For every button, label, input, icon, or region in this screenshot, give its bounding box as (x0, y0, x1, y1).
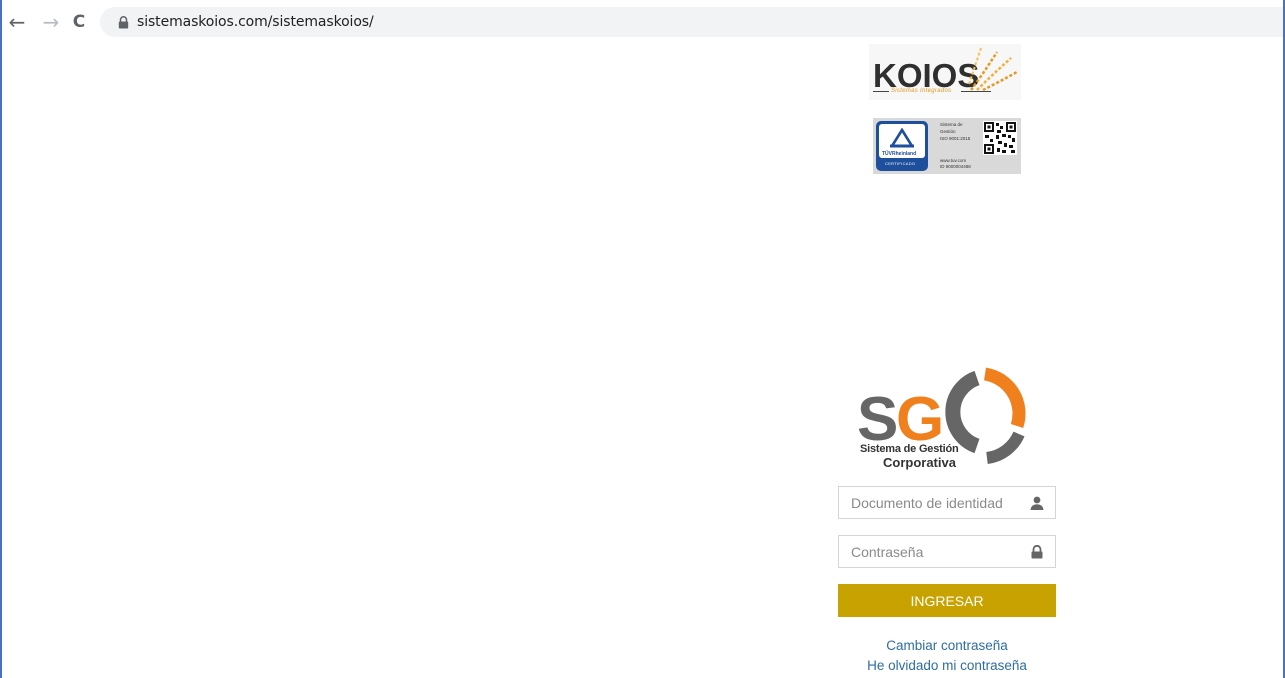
document-field[interactable] (838, 486, 1056, 519)
address-bar[interactable]: sistemaskoios.com/sistemaskoios/ (100, 7, 1283, 37)
document-input[interactable] (839, 487, 1031, 518)
change-password-link[interactable]: Cambiar contraseña (838, 638, 1056, 653)
url-text: sistemaskoios.com/sistemaskoios/ (137, 14, 374, 30)
reload-button[interactable]: C (68, 10, 90, 34)
back-button[interactable]: ← (6, 10, 28, 34)
sgc-caption-line1: Sistema de Gestión (860, 443, 959, 455)
cert-line: ISO 9001:2015 (940, 136, 971, 141)
browser-toolbar: ← → C sistemaskoios.com/sistemaskoios/ (2, 0, 1283, 46)
tuv-seal-text: CERTIFICADO (885, 161, 916, 166)
logo-divider (873, 91, 889, 92)
password-input[interactable] (839, 536, 1031, 567)
cert-line: Gestión (940, 129, 956, 134)
window-frame-left (0, 0, 2, 678)
login-button[interactable]: INGRESAR (838, 584, 1056, 617)
forward-button[interactable]: → (40, 10, 62, 34)
sgc-caption-line2: Corporativa (883, 455, 956, 470)
triangle-icon (890, 128, 914, 148)
lock-icon (118, 16, 129, 29)
koios-tagline: Sistemas Integrados (891, 88, 952, 94)
logo-divider (961, 91, 991, 92)
password-field[interactable] (838, 535, 1056, 568)
cert-line: Sistema de (940, 122, 963, 127)
lock-icon (1031, 545, 1043, 559)
wheat-icon (968, 47, 1018, 92)
user-icon (1030, 496, 1044, 510)
tuv-seal: TÜVRheinland CERTIFICADO (876, 121, 928, 171)
tuv-brand: TÜVRheinland (882, 151, 917, 157)
forgot-password-link[interactable]: He olvidado mi contraseña (838, 658, 1056, 673)
qr-code-icon (983, 121, 1017, 155)
iso-certification-badge: TÜVRheinland CERTIFICADO Sistema de Gest… (873, 118, 1021, 174)
cert-footer: ID 9000004488 (940, 164, 971, 169)
koios-logo: KOIOS Sistemas Integrados (869, 44, 1021, 100)
